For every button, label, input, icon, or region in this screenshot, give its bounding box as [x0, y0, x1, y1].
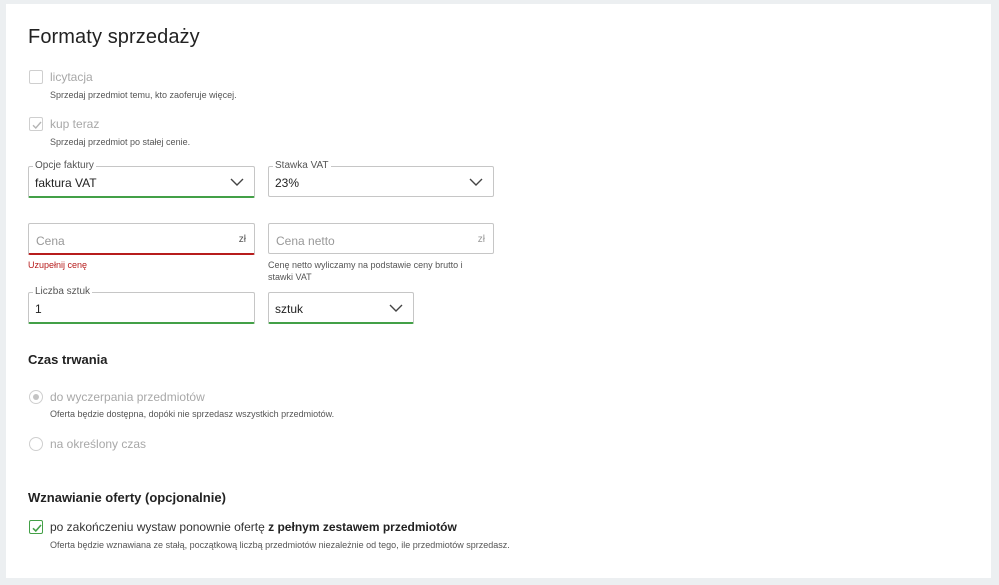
radio-selected-dot — [33, 394, 39, 400]
price-error-message: Uzupełnij cenę — [28, 260, 88, 270]
renewal-description: Oferta będzie wznawiana ze stałą, począt… — [50, 540, 510, 550]
chevron-down-icon — [389, 304, 403, 312]
renewal-label-text: po zakończeniu wystaw ponownie ofertę — [50, 520, 265, 534]
net-price-hint: Cenę netto wyliczamy na podstawie ceny b… — [268, 259, 463, 283]
buy-now-label[interactable]: kup teraz — [50, 117, 99, 131]
net-price-hint-line-2: stawki VAT — [268, 272, 312, 282]
chevron-down-icon — [230, 178, 244, 186]
unit-select[interactable]: sztuk — [268, 292, 414, 324]
vat-rate-legend: Stawka VAT — [273, 160, 331, 172]
price-placeholder: Cena — [36, 234, 65, 248]
chevron-down-icon — [469, 178, 483, 186]
quantity-value: 1 — [35, 302, 42, 316]
fixed-time-radio[interactable] — [29, 437, 43, 451]
checkmark-icon — [32, 121, 42, 130]
renewal-section-title: Wznawianie oferty (opcjonalnie) — [28, 490, 226, 505]
invoice-options-select[interactable]: Opcje faktury faktura VAT — [28, 160, 255, 198]
quantity-input[interactable]: Liczba sztuk 1 — [28, 286, 255, 324]
until-sold-label[interactable]: do wyczerpania przedmiotów — [50, 390, 205, 404]
auction-description: Sprzedaj przedmiot temu, kto zaoferuje w… — [50, 90, 237, 100]
unit-select-value: sztuk — [275, 302, 304, 316]
sale-formats-card: Formaty sprzedaży licytacja Sprzedaj prz… — [6, 4, 991, 578]
price-input[interactable]: Cena zł — [28, 223, 255, 255]
renewal-label[interactable]: po zakończeniu wystaw ponownie ofertę z … — [50, 520, 457, 534]
buy-now-description: Sprzedaj przedmiot po stałej cenie. — [50, 137, 191, 147]
checkmark-icon — [32, 524, 42, 533]
invoice-options-legend: Opcje faktury — [33, 160, 96, 172]
until-sold-radio[interactable] — [29, 390, 43, 404]
quantity-legend: Liczba sztuk — [33, 286, 93, 298]
page-title: Formaty sprzedaży — [28, 26, 200, 48]
auction-checkbox[interactable] — [29, 70, 43, 84]
auction-label[interactable]: licytacja — [50, 70, 93, 84]
renewal-checkbox[interactable] — [29, 520, 43, 534]
net-price-hint-line-1: Cenę netto wyliczamy na podstawie ceny b… — [268, 260, 463, 270]
buy-now-checkbox[interactable] — [29, 117, 43, 131]
invoice-options-value: faktura VAT — [35, 176, 97, 190]
renewal-label-emphasis: z pełnym zestawem przedmiotów — [268, 520, 457, 534]
net-price-input[interactable]: Cena netto zł — [268, 223, 494, 254]
vat-rate-select[interactable]: Stawka VAT 23% — [268, 160, 494, 197]
vat-rate-value: 23% — [275, 176, 300, 190]
net-price-placeholder: Cena netto — [276, 234, 335, 248]
net-price-currency: zł — [477, 234, 485, 245]
price-currency: zł — [238, 234, 246, 245]
until-sold-description: Oferta będzie dostępna, dopóki nie sprze… — [50, 409, 335, 419]
fixed-time-label[interactable]: na określony czas — [50, 437, 146, 451]
duration-section-title: Czas trwania — [28, 352, 108, 367]
